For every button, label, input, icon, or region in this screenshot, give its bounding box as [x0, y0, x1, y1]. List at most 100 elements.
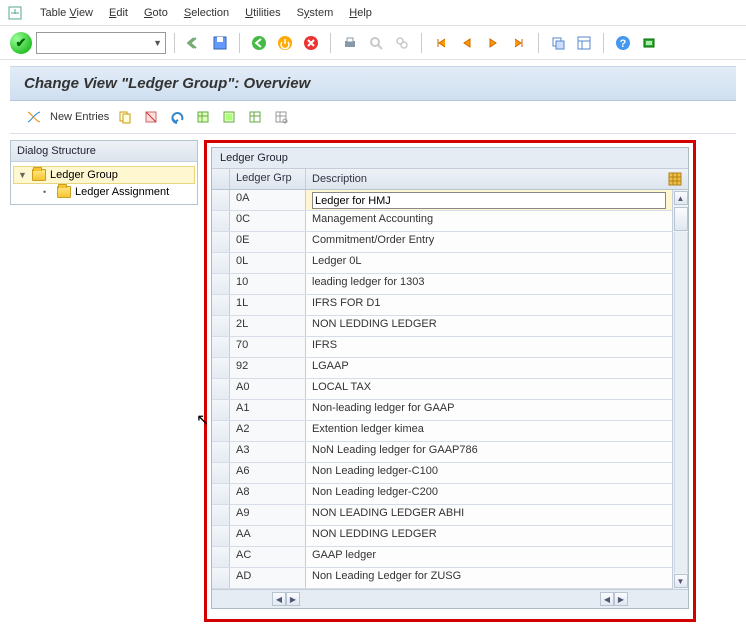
cell-ledger-grp[interactable]: AC: [230, 547, 306, 567]
row-selector[interactable]: [212, 274, 230, 294]
cell-ledger-grp[interactable]: AD: [230, 568, 306, 588]
tree-item-ledger-group[interactable]: ▼ Ledger Group: [13, 166, 195, 184]
cell-description[interactable]: Non-leading ledger for GAAP: [306, 400, 672, 420]
find-button[interactable]: [365, 32, 387, 54]
grid-header-select[interactable]: [212, 169, 230, 189]
scroll-down-button[interactable]: ▼: [674, 574, 688, 588]
print-button[interactable]: [339, 32, 361, 54]
cell-ledger-grp[interactable]: A8: [230, 484, 306, 504]
cell-ledger-grp[interactable]: A6: [230, 463, 306, 483]
prev-page-button[interactable]: [456, 32, 478, 54]
help-button[interactable]: ?: [612, 32, 634, 54]
enter-button[interactable]: ✔: [10, 32, 32, 54]
cell-ledger-grp[interactable]: 0L: [230, 253, 306, 273]
toggle-display-change-button[interactable]: [24, 107, 44, 127]
cell-description[interactable]: Ledger 0L: [306, 253, 672, 273]
menu-goto[interactable]: Goto: [144, 7, 168, 19]
table-settings-icon[interactable]: [668, 172, 682, 186]
cell-description[interactable]: Extention ledger kimea: [306, 421, 672, 441]
scroll-track[interactable]: [674, 232, 688, 573]
row-selector[interactable]: [212, 547, 230, 567]
cell-ledger-grp[interactable]: A1: [230, 400, 306, 420]
row-selector[interactable]: [212, 316, 230, 336]
table-row[interactable]: 70IFRS: [212, 337, 672, 358]
menu-utilities[interactable]: Utilities: [245, 7, 280, 19]
cell-description[interactable]: leading ledger for 1303: [306, 274, 672, 294]
cell-ledger-grp[interactable]: A2: [230, 421, 306, 441]
row-selector[interactable]: [212, 484, 230, 504]
scroll-thumb[interactable]: [674, 207, 688, 231]
table-row[interactable]: 0ECommitment/Order Entry: [212, 232, 672, 253]
back-green-button[interactable]: [248, 32, 270, 54]
cell-ledger-grp[interactable]: A9: [230, 505, 306, 525]
select-block-button[interactable]: [219, 107, 239, 127]
cell-description[interactable]: Non Leading ledger-C200: [306, 484, 672, 504]
cell-description[interactable]: Non Leading ledger-C100: [306, 463, 672, 483]
exit-button[interactable]: [274, 32, 296, 54]
grid-header-ledger-grp[interactable]: Ledger Grp: [230, 169, 306, 189]
new-session-button[interactable]: [547, 32, 569, 54]
scroll-up-button[interactable]: ▲: [674, 191, 688, 205]
table-row[interactable]: 0A: [212, 190, 672, 211]
hscroll-right-button[interactable]: ▶: [286, 592, 300, 606]
cell-ledger-grp[interactable]: 70: [230, 337, 306, 357]
cell-ledger-grp[interactable]: A0: [230, 379, 306, 399]
hscroll-right-button[interactable]: ▶: [614, 592, 628, 606]
cell-description[interactable]: GAAP ledger: [306, 547, 672, 567]
row-selector[interactable]: [212, 337, 230, 357]
table-row[interactable]: 2LNON LEDDING LEDGER: [212, 316, 672, 337]
table-row[interactable]: 92LGAAP: [212, 358, 672, 379]
description-input[interactable]: [312, 192, 666, 209]
cell-ledger-grp[interactable]: 2L: [230, 316, 306, 336]
table-row[interactable]: A9NON LEADING LEDGER ABHI: [212, 505, 672, 526]
copy-as-button[interactable]: [115, 107, 135, 127]
row-selector[interactable]: [212, 505, 230, 525]
row-selector[interactable]: [212, 463, 230, 483]
hscroll-left-button[interactable]: ◀: [600, 592, 614, 606]
menu-system[interactable]: System: [297, 7, 334, 19]
table-row[interactable]: AANON LEDDING LEDGER: [212, 526, 672, 547]
table-row[interactable]: 0CManagement Accounting: [212, 211, 672, 232]
cell-description[interactable]: IFRS FOR D1: [306, 295, 672, 315]
table-row[interactable]: A2Extention ledger kimea: [212, 421, 672, 442]
cell-ledger-grp[interactable]: 0C: [230, 211, 306, 231]
row-selector[interactable]: [212, 211, 230, 231]
table-row[interactable]: 0LLedger 0L: [212, 253, 672, 274]
row-selector[interactable]: [212, 190, 230, 210]
row-selector[interactable]: [212, 253, 230, 273]
table-row[interactable]: A1Non-leading ledger for GAAP: [212, 400, 672, 421]
cell-ledger-grp[interactable]: 0E: [230, 232, 306, 252]
table-row[interactable]: ACGAAP ledger: [212, 547, 672, 568]
cell-ledger-grp[interactable]: 0A: [230, 190, 306, 210]
table-row[interactable]: A3NoN Leading ledger for GAAP786: [212, 442, 672, 463]
layout-button[interactable]: [573, 32, 595, 54]
menu-table-view[interactable]: Table View: [40, 7, 93, 19]
cell-ledger-grp[interactable]: 1L: [230, 295, 306, 315]
cell-description[interactable]: NON LEDDING LEDGER: [306, 526, 672, 546]
cell-description[interactable]: Non Leading Ledger for ZUSG: [306, 568, 672, 588]
row-selector[interactable]: [212, 379, 230, 399]
table-row[interactable]: 1LIFRS FOR D1: [212, 295, 672, 316]
table-row[interactable]: A8Non Leading ledger-C200: [212, 484, 672, 505]
customize-button[interactable]: [638, 32, 660, 54]
row-selector[interactable]: [212, 358, 230, 378]
grid-header-description[interactable]: Description: [306, 169, 688, 189]
table-row[interactable]: A0LOCAL TAX: [212, 379, 672, 400]
save-button[interactable]: [209, 32, 231, 54]
new-entries-button[interactable]: New Entries: [50, 111, 109, 123]
cell-description[interactable]: Commitment/Order Entry: [306, 232, 672, 252]
cell-ledger-grp[interactable]: A3: [230, 442, 306, 462]
last-page-button[interactable]: [508, 32, 530, 54]
row-selector[interactable]: [212, 526, 230, 546]
vertical-scrollbar[interactable]: ▲ ▼: [672, 190, 688, 589]
cell-description[interactable]: IFRS: [306, 337, 672, 357]
cell-description[interactable]: Management Accounting: [306, 211, 672, 231]
cell-ledger-grp[interactable]: 92: [230, 358, 306, 378]
menu-help[interactable]: Help: [349, 7, 372, 19]
back-button[interactable]: [183, 32, 205, 54]
menu-command-icon[interactable]: [6, 4, 24, 22]
menu-selection[interactable]: Selection: [184, 7, 229, 19]
row-selector[interactable]: [212, 421, 230, 441]
table-row[interactable]: 10leading ledger for 1303: [212, 274, 672, 295]
row-selector[interactable]: [212, 295, 230, 315]
